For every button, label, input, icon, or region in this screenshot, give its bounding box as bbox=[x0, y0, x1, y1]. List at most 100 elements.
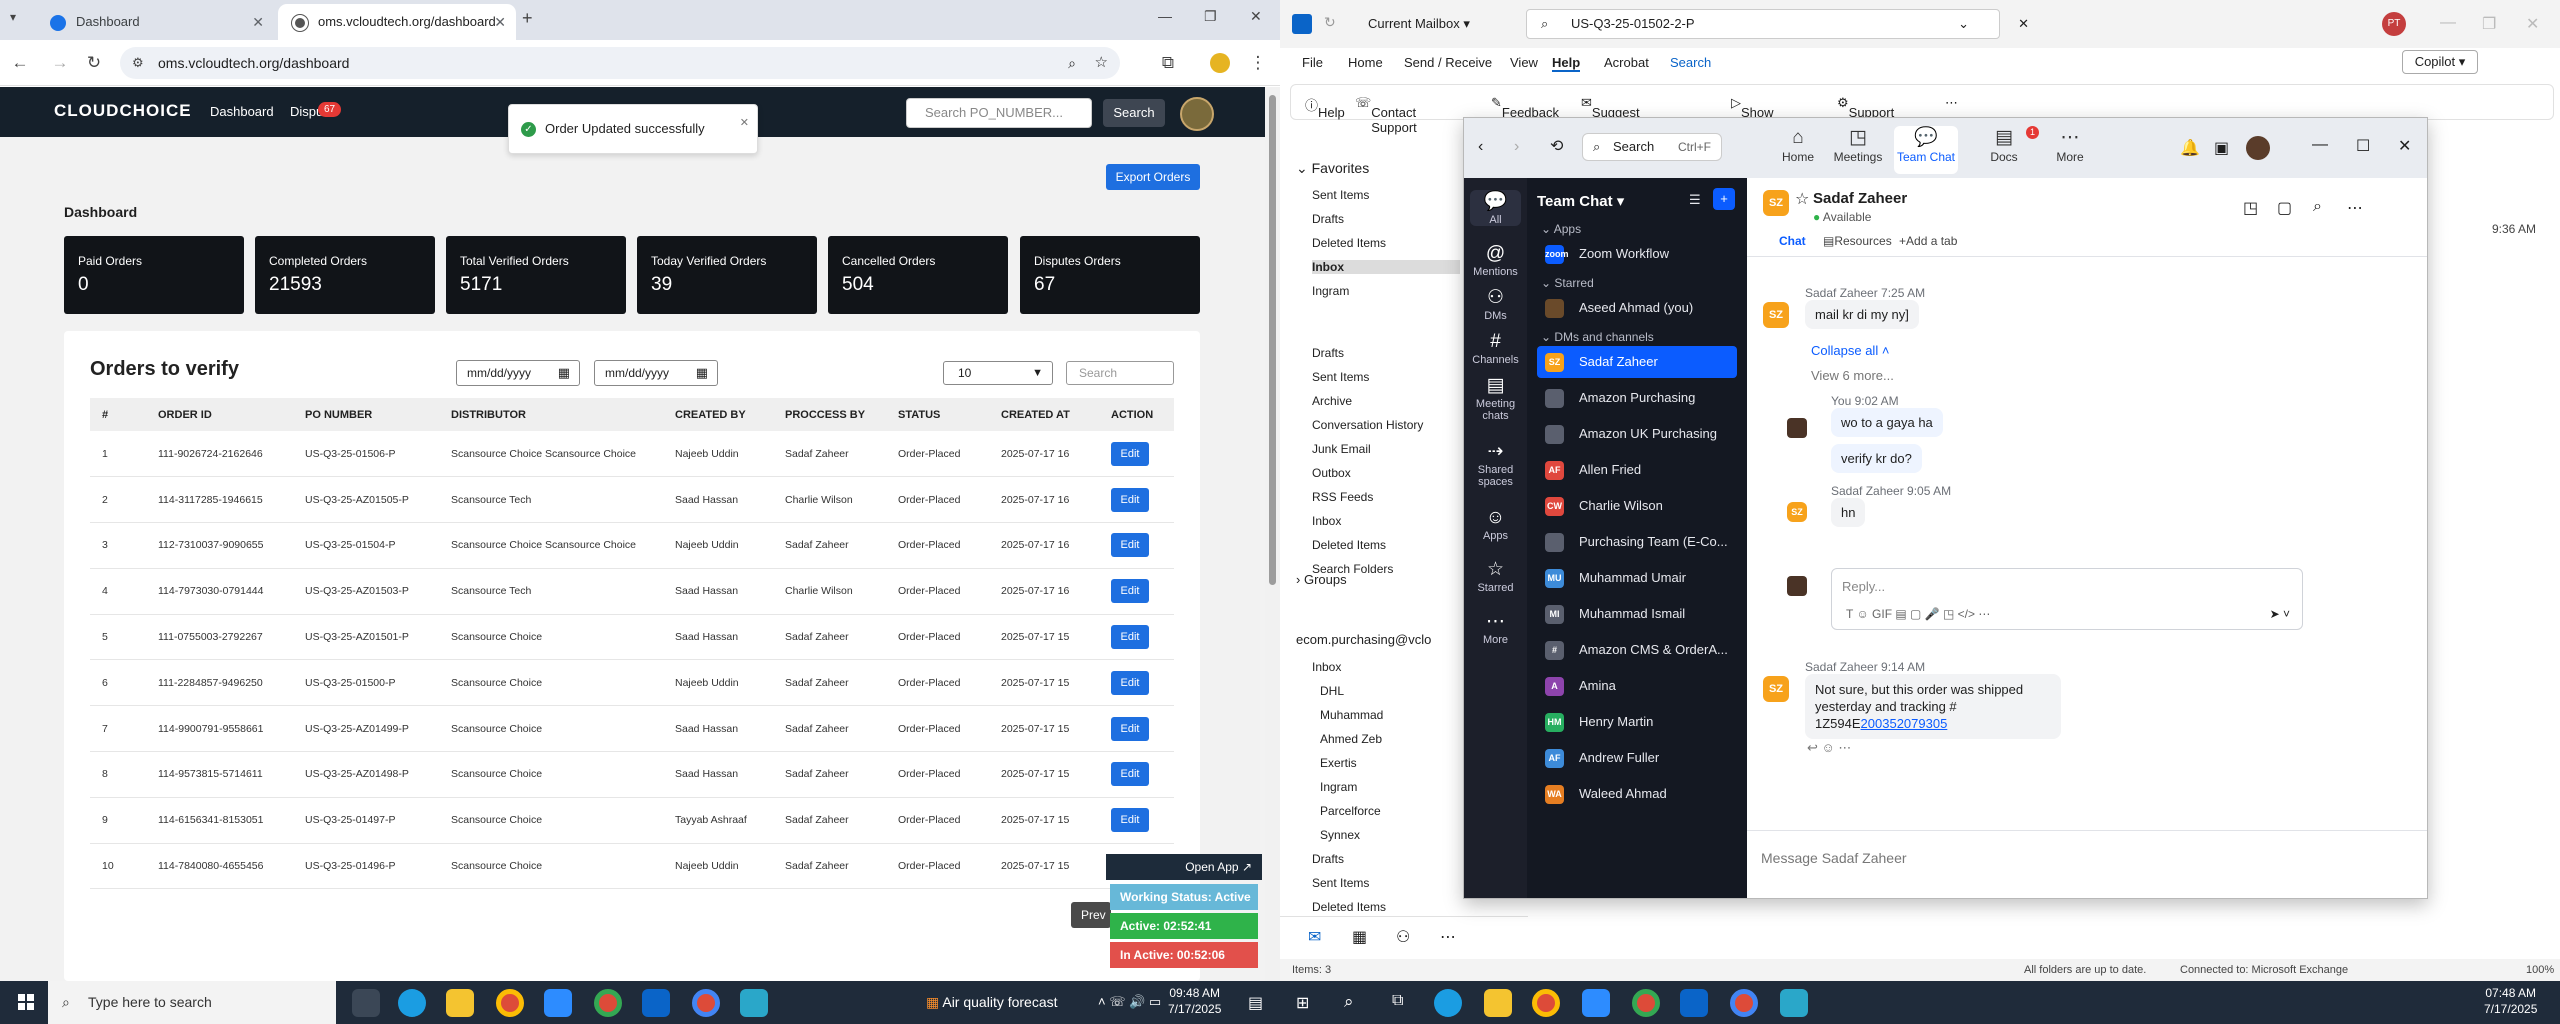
copilot-button[interactable]: Copilot ▾ bbox=[2402, 50, 2478, 74]
edit-button[interactable]: Edit bbox=[1111, 487, 1149, 512]
rail-apps[interactable]: ☺ Apps bbox=[1464, 506, 1527, 542]
minimize-icon[interactable]: — bbox=[2440, 14, 2456, 32]
po-search-button[interactable]: Search bbox=[1103, 99, 1165, 127]
table-search-input[interactable]: Search bbox=[1066, 361, 1174, 385]
section-dms[interactable]: ⌄ DMs and channels bbox=[1541, 330, 1654, 344]
ribbon-feedback[interactable]: ✎ Feedback bbox=[1491, 95, 1559, 120]
folder-item[interactable]: Outbox bbox=[1312, 466, 1351, 480]
filter-icon[interactable]: ☰ bbox=[1689, 192, 1701, 208]
minimize-icon[interactable]: — bbox=[1158, 8, 1172, 24]
edit-button[interactable]: Edit bbox=[1111, 762, 1149, 787]
task-view-icon[interactable]: ⧉ bbox=[1392, 992, 1403, 1010]
ribbon-suggest-feature[interactable]: ✉ Suggest a Feature bbox=[1581, 95, 1640, 150]
notification-icon[interactable]: ▤ bbox=[1248, 993, 1263, 1013]
chat-list-item[interactable]: zoom Zoom Workflow bbox=[1537, 238, 1737, 270]
back-icon[interactable]: ← bbox=[8, 51, 32, 75]
screen-share-icon[interactable]: ▢ bbox=[2277, 198, 2292, 218]
rail-channels[interactable]: # Channels bbox=[1464, 330, 1527, 366]
clear-search-icon[interactable]: ✕ bbox=[2018, 10, 2029, 38]
chevron-down-icon[interactable]: ⌄ bbox=[1958, 10, 1969, 38]
edit-button[interactable]: Edit bbox=[1111, 533, 1149, 558]
folder-item[interactable]: Sent Items bbox=[1312, 876, 1369, 890]
menu-file[interactable]: File bbox=[1302, 55, 1323, 70]
weather-widget[interactable]: ▦ Air quality forecast bbox=[926, 994, 1058, 1011]
app-icon[interactable] bbox=[1780, 989, 1808, 1017]
subtab-resources[interactable]: ▤ Resources bbox=[1823, 234, 1892, 248]
edit-button[interactable]: Edit bbox=[1111, 625, 1149, 650]
folder-item[interactable]: Deleted Items bbox=[1312, 236, 1386, 250]
bookmark-star-icon[interactable]: ☆ bbox=[1095, 47, 1108, 79]
send-icon[interactable]: ➤ ˅ bbox=[2270, 607, 2290, 621]
site-info-icon[interactable]: ⚙ bbox=[132, 47, 144, 79]
rail-shared-spaces[interactable]: ⇢ Shared spaces bbox=[1464, 440, 1527, 488]
chat-list-item[interactable]: A Amina bbox=[1537, 670, 1737, 702]
video-call-icon[interactable]: ◳ bbox=[2243, 198, 2258, 218]
brand-logo[interactable]: CLOUDCHOICE bbox=[54, 101, 192, 121]
browser-menu-icon[interactable]: ⋮ bbox=[1246, 51, 1270, 75]
bell-icon[interactable]: 🔔 bbox=[2180, 138, 2200, 158]
scrollbar-thumb[interactable] bbox=[1269, 95, 1276, 585]
close-window-icon[interactable]: ✕ bbox=[2398, 136, 2411, 156]
folder-item[interactable]: Deleted Items bbox=[1312, 900, 1386, 914]
tab-team-chat[interactable]: 💬 Team Chat bbox=[1894, 126, 1958, 174]
message-input[interactable]: Message Sadaf Zaheer bbox=[1761, 850, 1907, 866]
file-explorer-icon[interactable] bbox=[446, 989, 474, 1017]
folder-item[interactable]: Drafts bbox=[1312, 212, 1344, 226]
groups-header[interactable]: › Groups bbox=[1296, 572, 1347, 587]
tracking-link[interactable]: 200352079305 bbox=[1861, 716, 1948, 731]
folder-item[interactable]: Parcelforce bbox=[1320, 804, 1381, 818]
people-icon[interactable]: ⚇ bbox=[1396, 927, 1410, 947]
taskbar-search-input[interactable]: ⌕ Type here to search bbox=[48, 981, 336, 1024]
folder-item[interactable]: Junk Email bbox=[1312, 442, 1371, 456]
minimize-icon[interactable]: — bbox=[2312, 136, 2328, 154]
edit-button[interactable]: Edit bbox=[1111, 716, 1149, 741]
app-icon[interactable] bbox=[740, 989, 768, 1017]
clock[interactable]: 09:48 AM 7/17/2025 bbox=[1168, 985, 1221, 1017]
new-tab-icon[interactable]: + bbox=[522, 8, 533, 29]
rail-mentions[interactable]: @ Mentions bbox=[1464, 242, 1527, 278]
extensions-icon[interactable]: ⧉ bbox=[1156, 51, 1180, 75]
nav-dashboard[interactable]: Dashboard bbox=[210, 104, 274, 119]
reaction-icons[interactable]: ↩ ☺ ⋯ bbox=[1807, 740, 1851, 756]
account-header[interactable]: ecom.purchasing@vclo bbox=[1296, 632, 1431, 647]
team-chat-title[interactable]: Team Chat ▾ bbox=[1537, 192, 1624, 210]
folder-item[interactable]: Conversation History bbox=[1312, 418, 1423, 432]
maximize-icon[interactable]: ☐ bbox=[2356, 136, 2370, 156]
folder-item[interactable]: Drafts bbox=[1312, 852, 1344, 866]
chat-list-item[interactable]: WA Waleed Ahmad bbox=[1537, 778, 1737, 810]
formatting-icons[interactable]: T ☺ GIF ▤ ▢ 🎤 ◳ </> ⋯ bbox=[1846, 607, 1990, 621]
prev-page-button[interactable]: Prev bbox=[1071, 902, 1111, 928]
close-window-icon[interactable]: ✕ bbox=[1250, 8, 1262, 25]
zoom-app-icon[interactable] bbox=[1582, 989, 1610, 1017]
folder-item[interactable]: RSS Feeds bbox=[1312, 490, 1373, 504]
section-starred[interactable]: ⌄ Starred bbox=[1541, 276, 1594, 290]
menu-send-receive[interactable]: Send / Receive bbox=[1404, 55, 1492, 70]
page-scrollbar[interactable] bbox=[1265, 87, 1280, 981]
folder-item[interactable]: Deleted Items bbox=[1312, 538, 1386, 552]
calendar-icon[interactable]: ▦ bbox=[1352, 927, 1367, 947]
edit-button[interactable]: Edit bbox=[1111, 441, 1149, 466]
folder-item[interactable]: Sent Items bbox=[1312, 188, 1369, 202]
subtab-chat[interactable]: Chat bbox=[1779, 234, 1806, 248]
task-view-icon[interactable] bbox=[352, 989, 380, 1017]
chrome-icon[interactable] bbox=[594, 989, 622, 1017]
menu-help[interactable]: Help bbox=[1552, 55, 1581, 72]
chat-list-item[interactable]: AF Andrew Fuller bbox=[1537, 742, 1737, 774]
more-options-icon[interactable]: ⋯ bbox=[2347, 198, 2363, 218]
open-app-link[interactable]: Open App ↗ bbox=[1106, 854, 1262, 880]
folder-item[interactable]: Ahmed Zeb bbox=[1320, 732, 1382, 746]
chat-list-item[interactable]: AF Allen Fried bbox=[1537, 454, 1737, 486]
tab-search-icon[interactable]: ▾ bbox=[10, 10, 16, 24]
chat-list-item[interactable]: CW Charlie Wilson bbox=[1537, 490, 1737, 522]
section-apps[interactable]: ⌄ Apps bbox=[1541, 222, 1581, 236]
edge-icon[interactable] bbox=[1434, 989, 1462, 1017]
chat-list-item[interactable]: Amazon Purchasing bbox=[1537, 382, 1737, 414]
tab-dashboard[interactable]: Dashboard ✕ bbox=[36, 4, 274, 40]
edit-button[interactable]: Edit bbox=[1111, 808, 1149, 833]
ribbon-show-training[interactable]: ▷ Show Training bbox=[1731, 95, 1787, 135]
star-icon[interactable]: ☆ bbox=[1795, 189, 1809, 209]
subtab-add-tab[interactable]: + Add a tab bbox=[1899, 234, 1957, 248]
outlook-icon[interactable] bbox=[1680, 989, 1708, 1017]
zoom-icon[interactable]: ⌕ bbox=[1068, 47, 1076, 79]
close-toast-icon[interactable]: ✕ bbox=[740, 99, 749, 147]
